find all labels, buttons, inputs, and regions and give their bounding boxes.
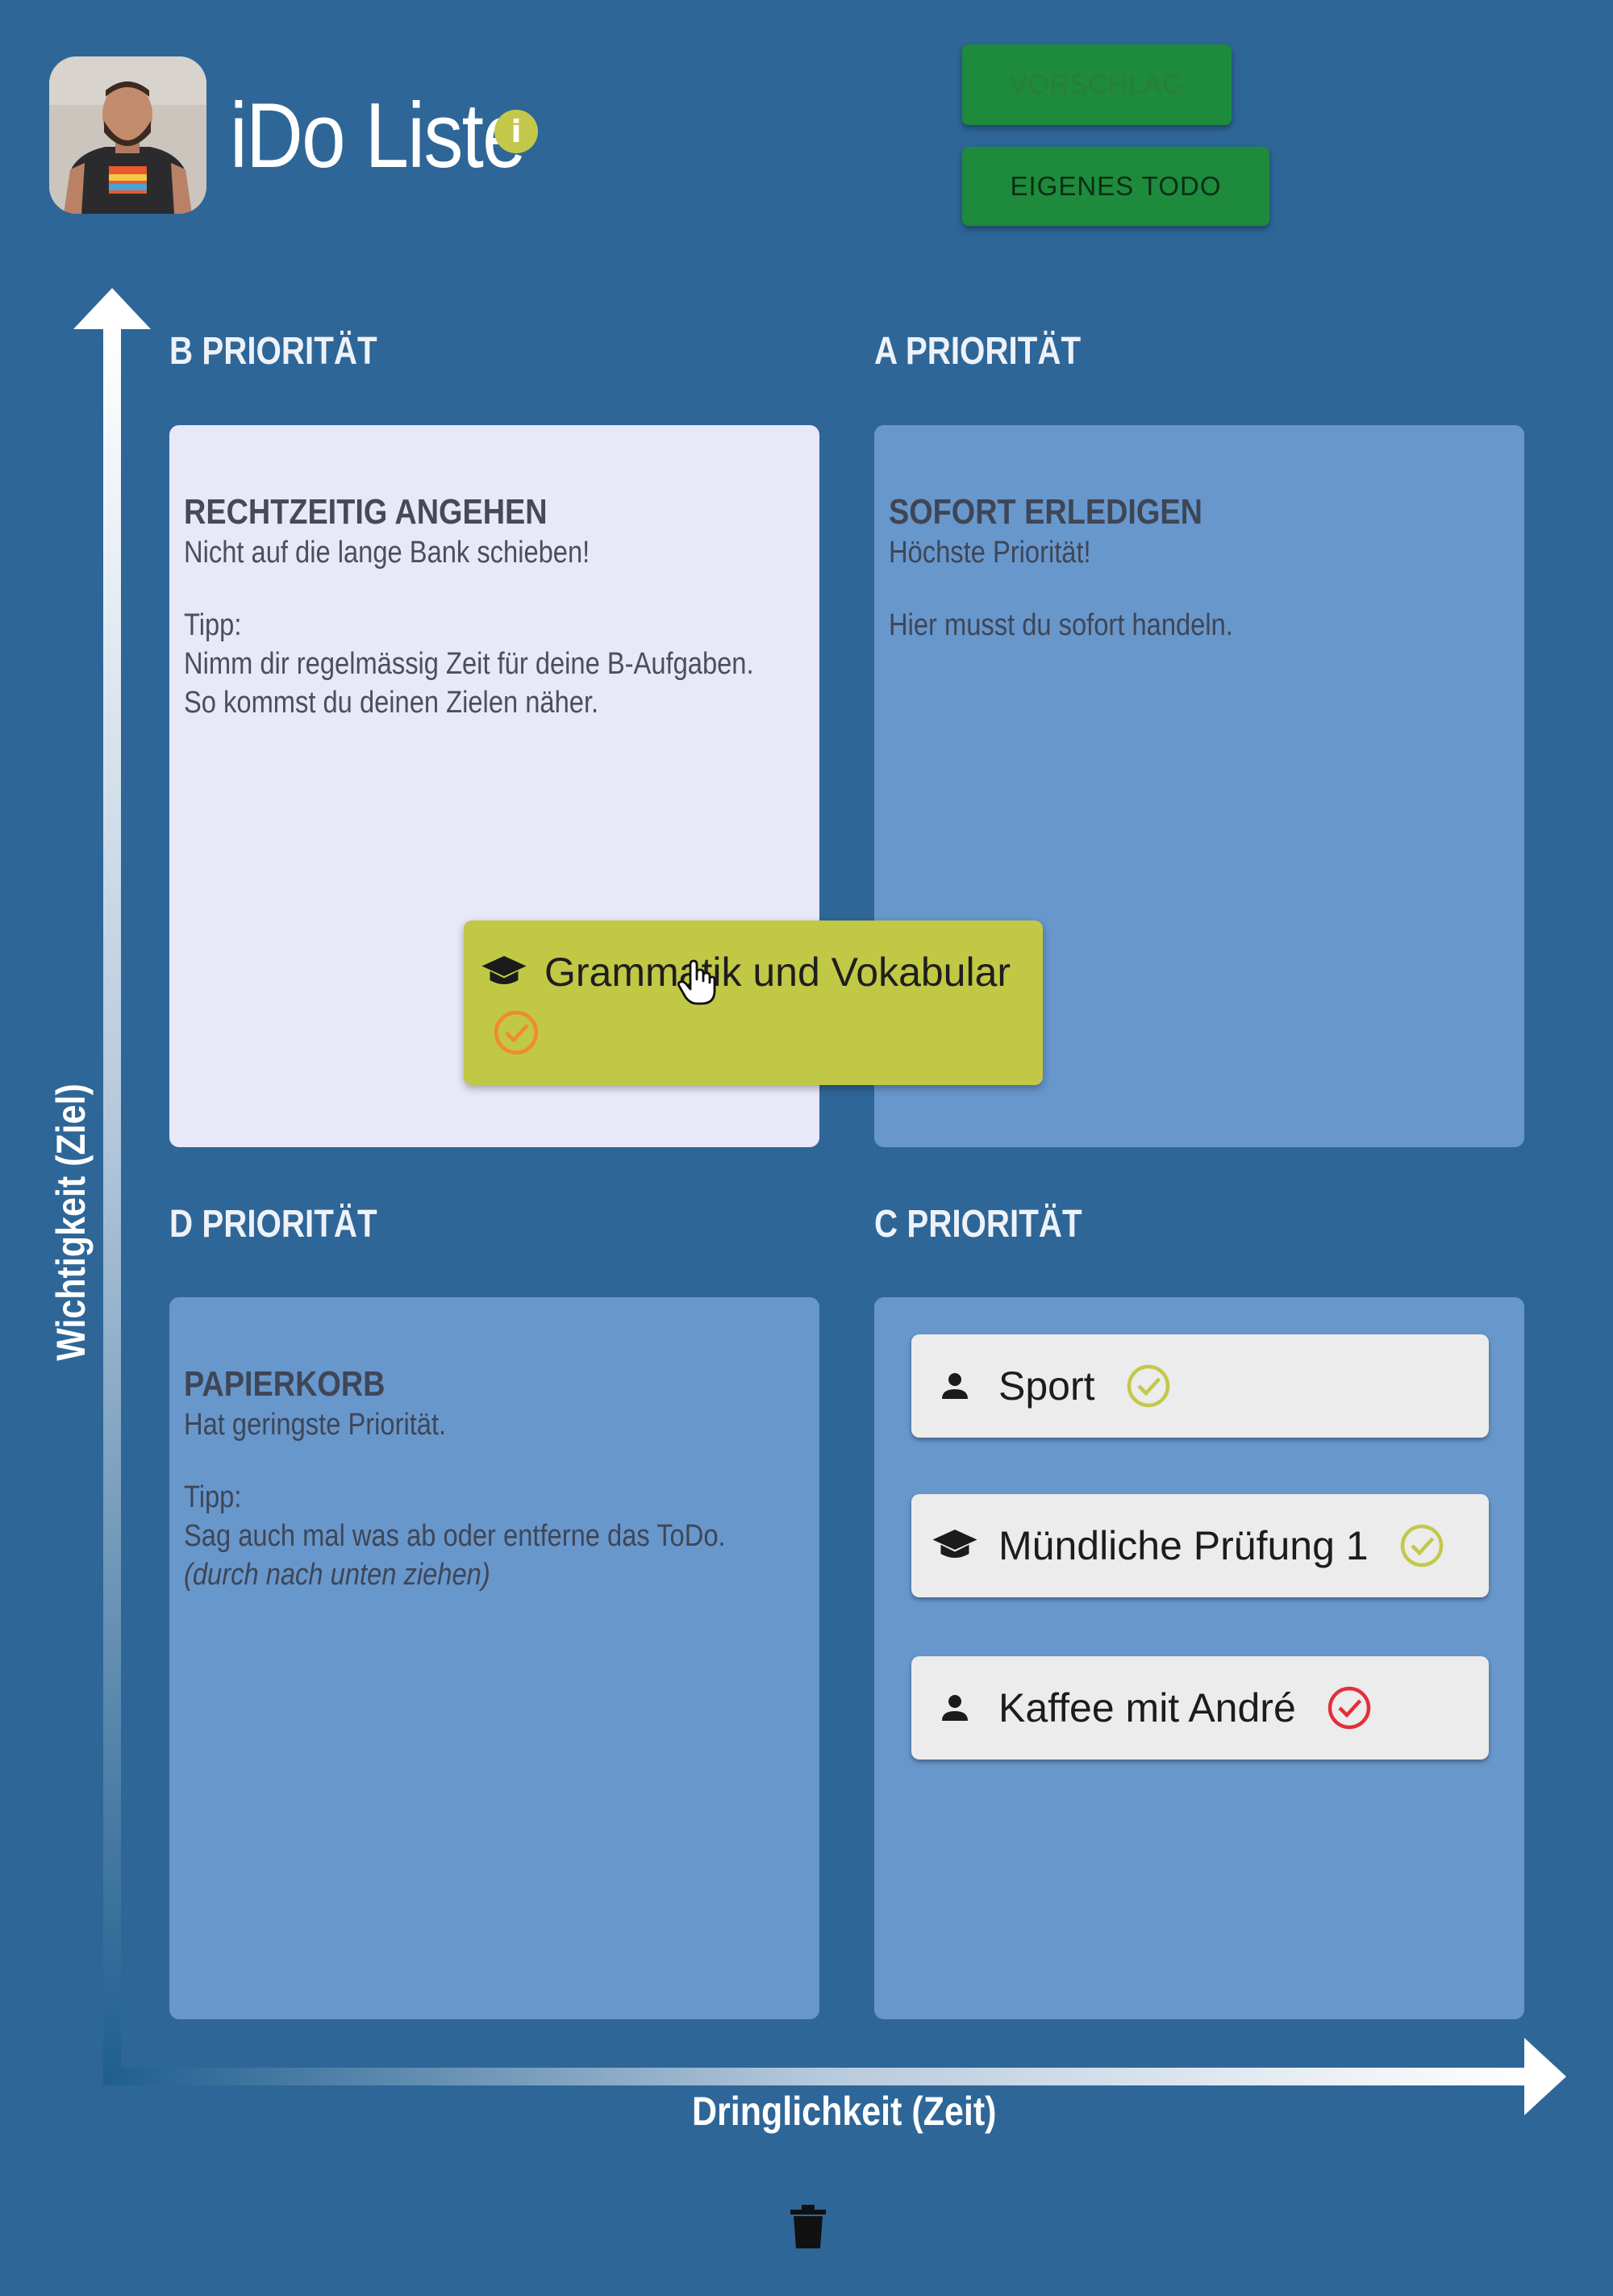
hand-cursor-icon [677, 959, 716, 1005]
graduation-cap-icon [929, 1520, 981, 1572]
todo-card-muendliche-pruefung[interactable]: Mündliche Prüfung 1 [911, 1494, 1489, 1597]
quadrant-d-tip-line2: (durch nach unten ziehen) [184, 1558, 490, 1592]
quadrant-d-label: D PRIORITÄT [169, 1203, 377, 1246]
person-icon [929, 1682, 981, 1734]
trash-icon[interactable] [790, 2205, 826, 2248]
check-circle-icon[interactable] [491, 1008, 541, 1058]
quadrant-a-description: SOFORT ERLEDIGEN Höchste Priorität! Hier… [889, 491, 1513, 645]
quadrant-a-subheading: Höchste Priorität! [889, 536, 1091, 570]
quadrant-b-tip-line1: Nimm dir regelmässig Zeit für deine B-Au… [184, 647, 754, 681]
y-axis-label: Wichtigkeit (Ziel) [48, 1083, 94, 1361]
quadrant-b-heading: RECHTZEITIG ANGEHEN [184, 492, 548, 532]
dragged-todo-card[interactable]: Grammatik und Vokabular [464, 920, 1043, 1085]
quadrant-c-label: C PRIORITÄT [874, 1203, 1082, 1246]
todo-title: Mündliche Prüfung 1 [998, 1523, 1369, 1568]
x-axis-label: Dringlichkeit (Zeit) [692, 2089, 997, 2134]
todo-title: Kaffee mit André [998, 1685, 1296, 1730]
quadrant-a-body: Hier musst du sofort handeln. [889, 608, 1233, 642]
y-axis-arrowhead [73, 288, 151, 329]
quadrant-d-heading: PAPIERKORB [184, 1364, 386, 1404]
quadrant-a-label: A PRIORITÄT [874, 330, 1082, 373]
quadrant-d-subheading: Hat geringste Priorität. [184, 1408, 447, 1442]
quadrant-b-tip-line2: So kommst du deinen Zielen näher. [184, 686, 599, 720]
todo-title: Grammatik und Vokabular [544, 950, 1011, 995]
quadrant-a-heading: SOFORT ERLEDIGEN [889, 492, 1202, 532]
quadrant-d-tip-line1: Sag auch mal was ab oder entferne das To… [184, 1519, 726, 1553]
quadrant-d-tip-label: Tipp: [184, 1480, 242, 1514]
x-axis-line [103, 2068, 1531, 2085]
quadrant-b-label: B PRIORITÄT [169, 330, 377, 373]
quadrant-d-dropzone[interactable]: PAPIERKORB Hat geringste Priorität. Tipp… [169, 1297, 819, 2019]
todo-title: Sport [998, 1363, 1095, 1409]
quadrant-b-tip-label: Tipp: [184, 608, 242, 642]
y-axis-line [103, 323, 121, 2085]
check-circle-icon[interactable] [1398, 1522, 1446, 1570]
quadrant-d-description: PAPIERKORB Hat geringste Priorität. Tipp… [184, 1363, 808, 1594]
graduation-cap-icon [478, 946, 530, 998]
check-circle-icon[interactable] [1124, 1362, 1173, 1410]
x-axis-arrowhead [1524, 2038, 1566, 2115]
person-icon [929, 1360, 981, 1412]
check-circle-icon[interactable] [1325, 1684, 1373, 1732]
quadrant-b-description: RECHTZEITIG ANGEHEN Nicht auf die lange … [184, 491, 808, 722]
todo-card-kaffee[interactable]: Kaffee mit André [911, 1656, 1489, 1760]
quadrant-b-subheading: Nicht auf die lange Bank schieben! [184, 536, 590, 570]
todo-card-sport[interactable]: Sport [911, 1334, 1489, 1438]
